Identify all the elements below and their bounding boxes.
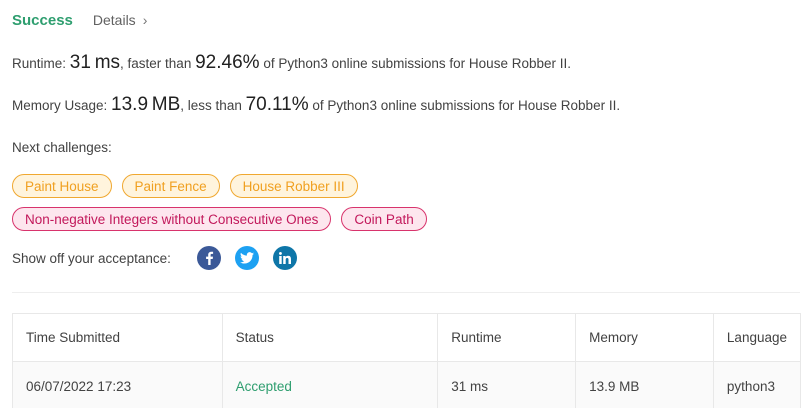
section-divider bbox=[12, 292, 800, 293]
cell-language: python3 bbox=[713, 361, 800, 408]
facebook-icon[interactable] bbox=[196, 246, 221, 270]
memory-percent: 70.11% bbox=[245, 94, 309, 115]
challenge-tags-row-1: Paint House Paint Fence House Robber III bbox=[12, 174, 358, 198]
table-header-row: Time Submitted Status Runtime Memory Lan… bbox=[13, 314, 800, 362]
next-challenges-label: Next challenges: bbox=[12, 140, 112, 155]
memory-suffix: of Python3 online submissions for House … bbox=[312, 98, 621, 113]
details-link[interactable]: Details › bbox=[93, 12, 147, 28]
cell-memory: 13.9 MB bbox=[575, 361, 714, 408]
submissions-table: Time Submitted Status Runtime Memory Lan… bbox=[12, 313, 801, 408]
runtime-label: Runtime: bbox=[12, 56, 67, 71]
cell-runtime: 31 ms bbox=[437, 361, 577, 408]
share-label: Show off your acceptance: bbox=[12, 250, 171, 266]
runtime-percent: 92.46% bbox=[195, 52, 260, 73]
runtime-value: 31 bbox=[69, 52, 91, 73]
status-title: Success bbox=[12, 11, 73, 29]
memory-comparison: , less than bbox=[180, 98, 242, 113]
column-header-memory: Memory bbox=[575, 314, 714, 362]
submission-result-page: Success Details › Runtime: 31 ms, faster… bbox=[0, 0, 811, 408]
result-header: Success Details › bbox=[12, 10, 147, 30]
details-label: Details bbox=[92, 12, 136, 28]
column-header-language: Language bbox=[713, 314, 800, 362]
challenge-tag-non-negative-integers[interactable]: Non-negative Integers without Consecutiv… bbox=[12, 207, 332, 231]
linkedin-icon[interactable] bbox=[272, 246, 297, 270]
memory-unit: MB bbox=[151, 94, 181, 115]
challenge-tag-coin-path[interactable]: Coin Path bbox=[341, 207, 427, 231]
challenge-tag-house-robber-iii[interactable]: House Robber III bbox=[229, 174, 358, 198]
runtime-stat: Runtime: 31 ms, faster than 92.46% of Py… bbox=[12, 52, 571, 74]
column-header-runtime: Runtime bbox=[437, 314, 577, 362]
cell-time-submitted: 06/07/2022 17:23 bbox=[13, 361, 223, 408]
memory-value: 13.9 bbox=[111, 94, 149, 115]
column-header-status: Status bbox=[222, 314, 439, 362]
share-row: Show off your acceptance: bbox=[12, 246, 311, 270]
table-row: 06/07/2022 17:23 Accepted 31 ms 13.9 MB … bbox=[13, 361, 800, 408]
challenge-tags-row-2: Non-negative Integers without Consecutiv… bbox=[12, 207, 427, 231]
runtime-unit: ms bbox=[94, 52, 121, 73]
challenge-tag-paint-house[interactable]: Paint House bbox=[12, 174, 112, 198]
column-header-time-submitted: Time Submitted bbox=[13, 314, 223, 362]
runtime-suffix: of Python3 online submissions for House … bbox=[263, 56, 571, 71]
twitter-icon[interactable] bbox=[234, 246, 259, 270]
memory-stat: Memory Usage: 13.9 MB, less than 70.11% … bbox=[12, 94, 620, 116]
challenge-tag-paint-fence[interactable]: Paint Fence bbox=[121, 174, 220, 198]
memory-label: Memory Usage: bbox=[12, 98, 108, 113]
cell-status-accepted[interactable]: Accepted bbox=[222, 361, 439, 408]
runtime-comparison: , faster than bbox=[120, 56, 192, 71]
chevron-right-icon: › bbox=[142, 12, 148, 28]
